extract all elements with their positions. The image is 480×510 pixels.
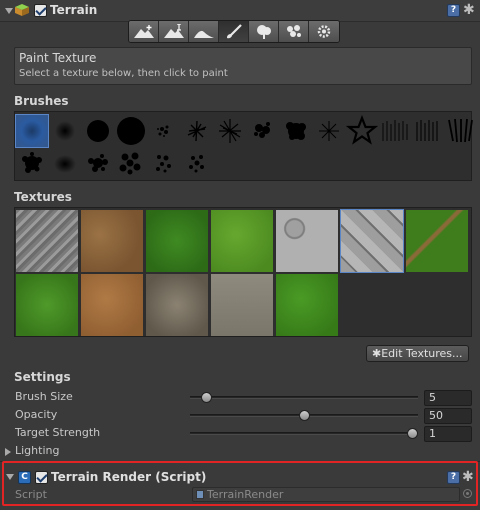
brush-item[interactable] — [49, 147, 81, 179]
texture-item[interactable] — [211, 274, 273, 336]
texture-item[interactable] — [340, 209, 404, 273]
gear-icon[interactable]: ✱ — [462, 470, 476, 484]
brush-item[interactable] — [247, 115, 279, 147]
texture-item[interactable] — [211, 210, 273, 272]
opacity-label: Opacity — [15, 408, 58, 421]
brush-item[interactable] — [181, 147, 213, 179]
textures-label: Textures — [14, 190, 72, 204]
settings-icon[interactable] — [309, 21, 339, 42]
brush-item[interactable] — [345, 114, 379, 147]
terrain-enabled-checkbox[interactable] — [34, 4, 47, 17]
brush-item[interactable] — [82, 115, 114, 147]
foldout-arrow-icon[interactable] — [6, 474, 14, 480]
object-picker-icon[interactable] — [463, 489, 472, 498]
brush-item[interactable] — [181, 115, 213, 147]
target-strength-label: Target Strength — [15, 426, 101, 439]
brush-item[interactable] — [280, 115, 312, 147]
paint-texture-icon[interactable] — [219, 21, 249, 42]
script-enabled-checkbox[interactable] — [35, 471, 48, 484]
brush-item[interactable] — [412, 115, 444, 147]
brush-item[interactable] — [15, 114, 49, 148]
target-strength-slider[interactable] — [190, 432, 418, 435]
brush-item[interactable] — [16, 147, 48, 179]
place-trees-icon[interactable] — [249, 21, 279, 42]
opacity-slider-thumb[interactable] — [298, 410, 310, 421]
brush-item[interactable] — [82, 147, 114, 179]
texture-grid — [14, 207, 472, 337]
tool-info-subtitle: Select a texture below, then click to pa… — [19, 68, 228, 79]
script-object-field[interactable]: TerrainRender — [192, 487, 460, 502]
brush-item[interactable] — [115, 115, 147, 147]
opacity-field[interactable]: 50 — [424, 408, 472, 424]
texture-item[interactable] — [276, 210, 338, 272]
brush-item[interactable] — [313, 115, 345, 147]
texture-item[interactable] — [81, 274, 143, 336]
tool-info-title: Paint Texture — [19, 51, 97, 65]
brush-item[interactable] — [148, 147, 180, 179]
help-icon[interactable]: ? — [447, 4, 460, 17]
component-title: Terrain — [50, 3, 98, 17]
raise-lower-icon[interactable] — [129, 21, 159, 42]
texture-item[interactable] — [146, 210, 208, 272]
tool-info-box: Paint Texture Select a texture below, th… — [14, 47, 472, 85]
texture-item[interactable] — [276, 274, 338, 336]
terrain-icon — [14, 3, 30, 17]
target-strength-slider-thumb[interactable] — [407, 428, 418, 439]
brush-size-slider-thumb[interactable] — [200, 392, 212, 403]
script-value: TerrainRender — [207, 488, 284, 501]
paint-height-icon[interactable] — [159, 21, 189, 42]
brush-item[interactable] — [115, 147, 147, 179]
target-strength-field[interactable]: 1 — [424, 426, 472, 442]
settings-label: Settings — [14, 370, 71, 384]
texture-item[interactable] — [146, 274, 208, 336]
texture-item[interactable] — [16, 210, 78, 272]
script-file-icon — [196, 490, 204, 499]
texture-item[interactable] — [81, 210, 143, 272]
brush-size-label: Brush Size — [15, 390, 73, 403]
terrain-component-header[interactable]: Terrain ? ✱ — [0, 0, 480, 22]
lighting-foldout-icon[interactable] — [5, 448, 11, 456]
help-icon[interactable]: ? — [447, 471, 460, 484]
brush-item[interactable] — [379, 115, 411, 147]
brush-size-field[interactable]: 5 — [424, 390, 472, 406]
brush-item[interactable] — [49, 115, 81, 147]
edit-textures-button[interactable]: ✱Edit Textures... — [366, 345, 469, 362]
lighting-foldout[interactable]: Lighting — [15, 444, 59, 457]
brush-item[interactable] — [148, 115, 180, 147]
script-label: Script — [15, 488, 47, 501]
texture-item[interactable] — [16, 274, 78, 336]
brushes-label: Brushes — [14, 94, 69, 108]
script-component-title: Terrain Render (Script) — [51, 470, 207, 484]
brush-grid — [14, 111, 473, 181]
foldout-arrow-icon[interactable] — [5, 8, 13, 14]
terrain-tool-strip — [128, 20, 340, 43]
texture-item[interactable] — [406, 210, 468, 272]
brush-item[interactable] — [445, 115, 477, 147]
paint-details-icon[interactable] — [279, 21, 309, 42]
smooth-height-icon[interactable] — [189, 21, 219, 42]
script-icon: C — [18, 471, 31, 484]
brush-item[interactable] — [214, 115, 246, 147]
gear-icon[interactable]: ✱ — [463, 3, 477, 17]
brush-size-slider[interactable] — [190, 396, 418, 399]
